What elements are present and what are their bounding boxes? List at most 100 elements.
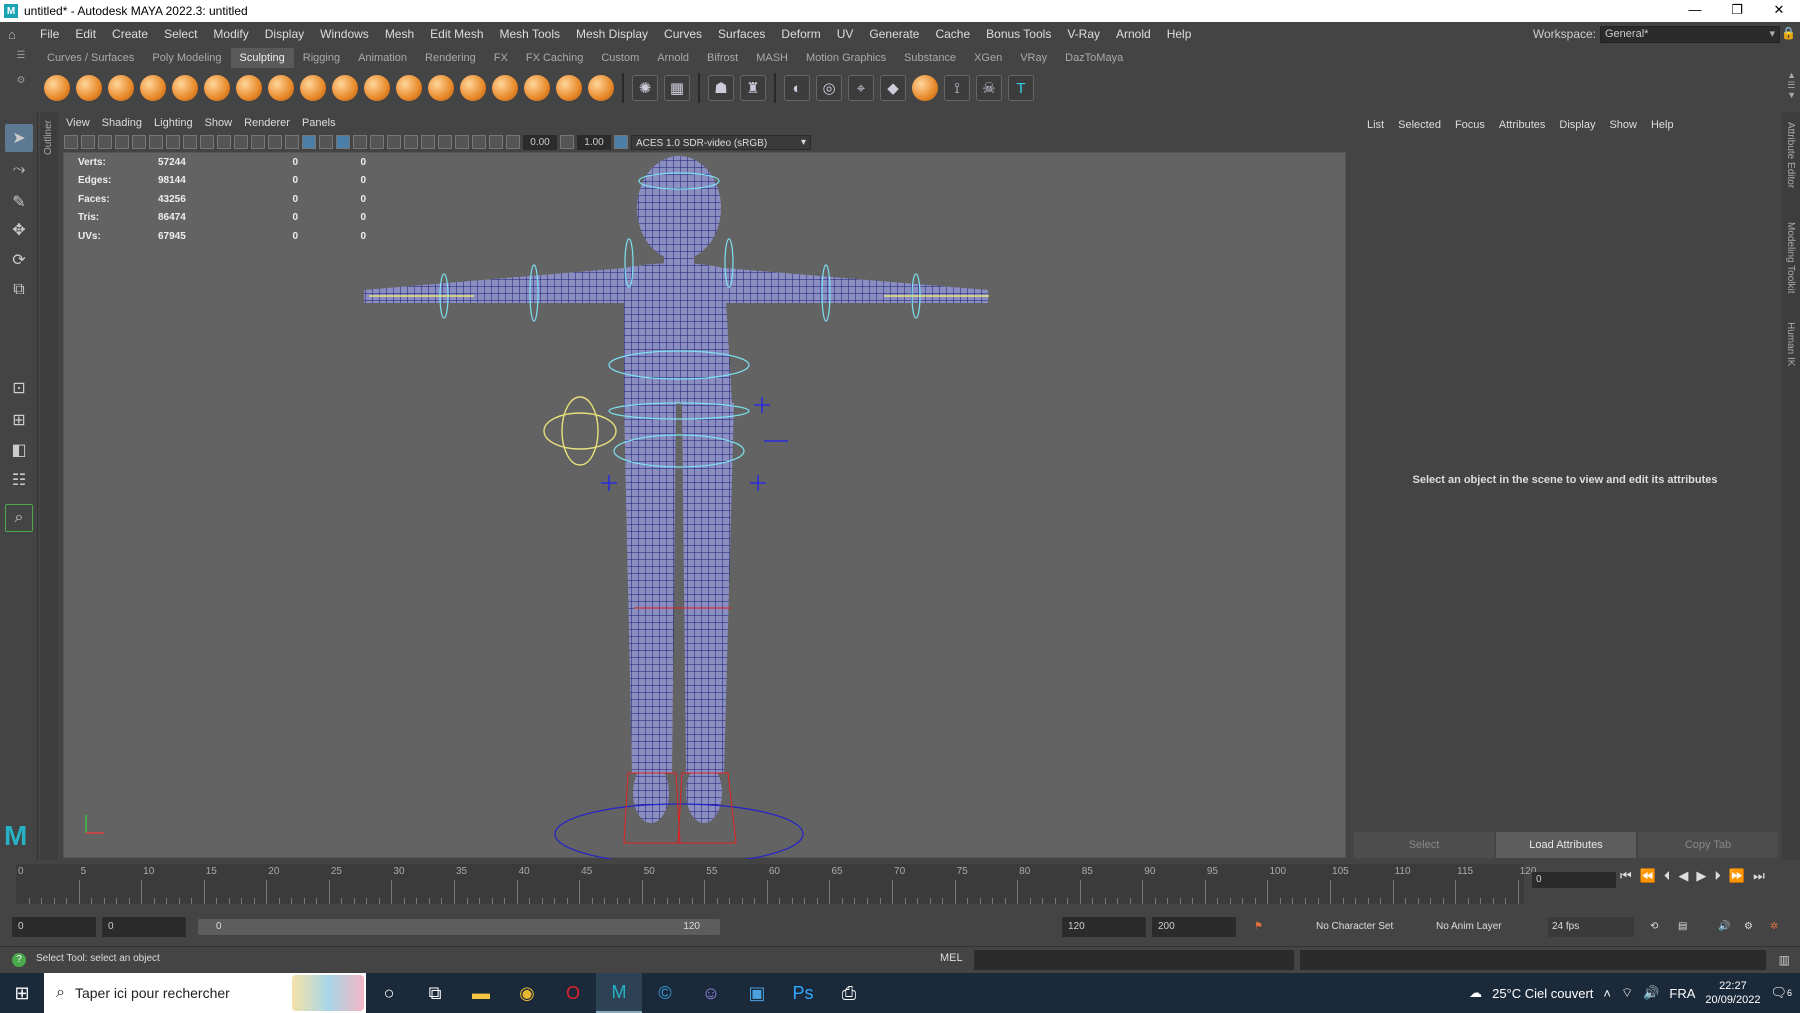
- settings-control-a[interactable]: [543, 412, 617, 450]
- fill-brush-icon[interactable]: [428, 75, 454, 101]
- panel-menu-shading[interactable]: Shading: [96, 114, 148, 132]
- anim-layer-dropdown[interactable]: No Anim Layer: [1436, 917, 1502, 937]
- paint-select-tool-icon[interactable]: ✎: [5, 188, 33, 216]
- current-frame-field[interactable]: 0: [1532, 872, 1616, 888]
- number-five-icon[interactable]: [912, 75, 938, 101]
- tab-human-ik[interactable]: Human IK: [1785, 322, 1796, 366]
- shelf-menu-icon[interactable]: ☰: [17, 50, 26, 61]
- pole-vector-r[interactable]: [754, 397, 770, 413]
- smooth-shade-icon[interactable]: [302, 135, 316, 149]
- knee-pole-l[interactable]: [601, 475, 617, 491]
- menu-cache[interactable]: Cache: [927, 27, 978, 41]
- 2d-pan-zoom-icon[interactable]: [132, 135, 146, 149]
- script-editor-icon[interactable]: ▥: [1779, 953, 1790, 967]
- left-leg-mesh[interactable]: [624, 403, 676, 773]
- printer-icon[interactable]: ⎙: [826, 973, 872, 1013]
- wireframe-icon[interactable]: [285, 135, 299, 149]
- bookmark-icon[interactable]: [98, 135, 112, 149]
- shelf-tab-fx[interactable]: FX: [485, 48, 517, 68]
- photoshop-icon[interactable]: Ps: [780, 973, 826, 1013]
- right-arm-mesh[interactable]: [714, 268, 988, 303]
- character-icon[interactable]: ♜: [740, 75, 766, 101]
- workspace-dropdown[interactable]: General*: [1600, 25, 1780, 43]
- knee-pole-r[interactable]: [750, 475, 766, 491]
- sculpt-brush-icon[interactable]: [44, 75, 70, 101]
- grease-pencil-icon[interactable]: [149, 135, 163, 149]
- imprint-brush-icon[interactable]: [332, 75, 358, 101]
- default-material-icon[interactable]: [319, 135, 333, 149]
- shelf-scroll-arrows[interactable]: ▲ ☰ ▼: [1787, 70, 1796, 100]
- tab-modeling-toolkit[interactable]: Modeling Toolkit: [1785, 222, 1796, 294]
- select-button[interactable]: Select: [1354, 832, 1494, 858]
- outliner-tab[interactable]: Outliner: [40, 112, 58, 860]
- ambient-occlusion-icon[interactable]: [404, 135, 418, 149]
- shelf-tab-daztomaya[interactable]: DazToMaya: [1056, 48, 1132, 68]
- maya-taskbar-icon[interactable]: M: [596, 973, 642, 1013]
- move-tool-icon[interactable]: ✥: [5, 216, 33, 244]
- mel-label[interactable]: MEL: [940, 952, 963, 964]
- panel-menu-view[interactable]: View: [60, 114, 96, 132]
- menu-generate[interactable]: Generate: [861, 27, 927, 41]
- range-slider[interactable]: 0 120: [198, 919, 720, 935]
- knife-brush-icon[interactable]: [460, 75, 486, 101]
- scale-tool-icon[interactable]: ⧉: [5, 276, 33, 304]
- outliner-layout-icon[interactable]: ☷: [5, 466, 33, 494]
- menu-display[interactable]: Display: [257, 27, 312, 41]
- gamma-field[interactable]: 1.00: [577, 134, 611, 150]
- stencil-icon[interactable]: ◆: [880, 75, 906, 101]
- field-chart-icon[interactable]: [234, 135, 248, 149]
- maximize-button[interactable]: ❐: [1716, 0, 1758, 22]
- cortana-icon[interactable]: ○: [366, 973, 412, 1013]
- menu-curves[interactable]: Curves: [656, 27, 710, 41]
- shelf-tab-vray[interactable]: VRay: [1011, 48, 1056, 68]
- safe-action-icon[interactable]: [251, 135, 265, 149]
- lasso-tool-icon[interactable]: ⤳: [5, 156, 33, 184]
- time-slider[interactable]: 0 5 10 15 20 25 30 35 40 45 50 55 60 65 70 75 80 85 90 95 1…: [0, 862, 1800, 908]
- rotate-tool-icon[interactable]: ⟳: [5, 246, 33, 274]
- shelf-tab-xgen[interactable]: XGen: [965, 48, 1011, 68]
- taskbar-search[interactable]: ⌕ Taper ici pour rechercher: [44, 973, 366, 1013]
- file-explorer-icon[interactable]: ▬: [458, 973, 504, 1013]
- step-back-frame-icon[interactable]: ⏴: [1664, 868, 1671, 884]
- ae-menu-selected[interactable]: Selected: [1391, 116, 1448, 134]
- home-icon[interactable]: ⌂: [8, 27, 24, 42]
- shelf-tab-curves-surfaces[interactable]: Curves / Surfaces: [38, 48, 143, 68]
- menu-vray[interactable]: V-Ray: [1059, 27, 1108, 41]
- notifications-icon[interactable]: 🗨: [1770, 985, 1787, 1001]
- foamy-brush-icon[interactable]: [236, 75, 262, 101]
- menu-deform[interactable]: Deform: [773, 27, 828, 41]
- menu-windows[interactable]: Windows: [312, 27, 377, 41]
- menu-uv[interactable]: UV: [829, 27, 862, 41]
- figure-icon[interactable]: ☗: [708, 75, 734, 101]
- isolate-select-icon[interactable]: [455, 135, 469, 149]
- photos-icon[interactable]: ▣: [734, 973, 780, 1013]
- sound-icon[interactable]: 🔊: [1718, 917, 1730, 937]
- windows-start-icon[interactable]: ⊞: [0, 973, 44, 1013]
- left-arm-mesh[interactable]: [364, 268, 634, 303]
- color-management-icon[interactable]: [614, 135, 628, 149]
- ccleaner-icon[interactable]: ©: [642, 973, 688, 1013]
- play-forward-icon[interactable]: ▶: [1696, 868, 1706, 884]
- shelf-tab-fx-caching[interactable]: FX Caching: [517, 48, 592, 68]
- ae-menu-display[interactable]: Display: [1552, 116, 1602, 134]
- grid-toggle-icon[interactable]: [166, 135, 180, 149]
- smear-brush-icon[interactable]: [492, 75, 518, 101]
- relax-brush-icon[interactable]: [108, 75, 134, 101]
- shelf-tab-substance[interactable]: Substance: [895, 48, 965, 68]
- menu-file[interactable]: File: [32, 27, 67, 41]
- settings-control-b[interactable]: [561, 396, 599, 466]
- sculpt-mesh-icon[interactable]: ✺: [632, 75, 658, 101]
- wax-brush-icon[interactable]: [364, 75, 390, 101]
- shelf-tab-animation[interactable]: Animation: [349, 48, 416, 68]
- menu-edit-mesh[interactable]: Edit Mesh: [422, 27, 491, 41]
- character-set-dropdown[interactable]: No Character Set: [1316, 917, 1393, 937]
- panel-menu-panels[interactable]: Panels: [296, 114, 342, 132]
- minimize-button[interactable]: —: [1674, 0, 1716, 22]
- menu-modify[interactable]: Modify: [205, 27, 256, 41]
- menu-arnold[interactable]: Arnold: [1108, 27, 1159, 41]
- scene-end-field[interactable]: 200: [1152, 917, 1236, 937]
- preferences-icon[interactable]: ⚙: [1744, 917, 1753, 937]
- weather-icon[interactable]: ☁: [1469, 985, 1482, 1001]
- gamma-icon[interactable]: [560, 135, 574, 149]
- opera-icon[interactable]: O: [550, 973, 596, 1013]
